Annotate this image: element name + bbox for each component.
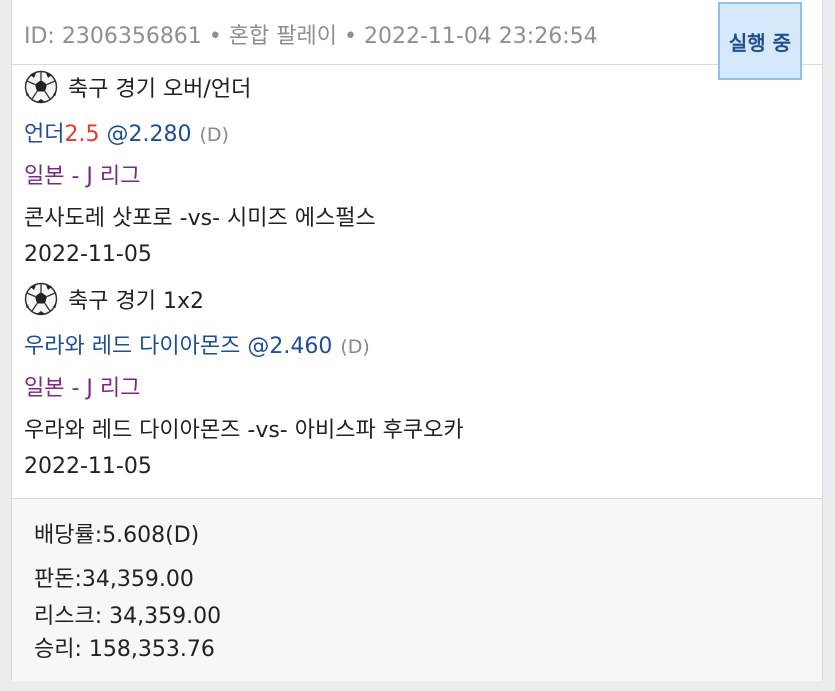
risk-amount: 리스크: 34,359.00 xyxy=(34,604,222,629)
sport-market: 축구 경기 오버/언더 xyxy=(68,77,252,102)
total-odds: 배당률:5.608(D) xyxy=(34,523,200,548)
match-name: 우라와 레드 다이아몬즈 -vs- 아비스파 후쿠오카 xyxy=(24,418,464,443)
odds-type: (D) xyxy=(340,336,370,358)
win-amount: 승리: 158,353.76 xyxy=(34,637,215,662)
soccer-ball-icon xyxy=(24,70,58,104)
bet-slip-card: ID: 2306356861 • 혼합 팔레이 • 2022-11-04 23:… xyxy=(11,0,823,681)
match-name: 콘사도레 삿포로 -vs- 시미즈 에스펄스 xyxy=(24,206,376,231)
league-name: 일본 - J 리그 xyxy=(24,164,141,189)
soccer-ball-icon xyxy=(24,282,58,316)
bet-pick: 언더2.5 @2.280 (D) xyxy=(24,116,229,148)
league-name: 일본 - J 리그 xyxy=(24,376,141,401)
bet-type: 혼합 팔레이 xyxy=(228,24,337,49)
bet-id: ID: 2306356861 xyxy=(24,24,202,49)
odds-type: (D) xyxy=(199,124,229,146)
match-date: 2022-11-05 xyxy=(24,454,152,479)
status-badge[interactable]: 실행 중 xyxy=(718,2,802,80)
sport-row: 축구 경기 1x2 xyxy=(24,282,204,316)
match-date: 2022-11-05 xyxy=(24,242,152,267)
pick-odds: @2.460 xyxy=(240,334,333,359)
pick-label: 우라와 레드 다이아몬즈 xyxy=(24,334,241,359)
sport-row: 축구 경기 오버/언더 xyxy=(24,70,251,104)
pick-line: 2.5 xyxy=(64,122,100,147)
bet-header-info: ID: 2306356861 • 혼합 팔레이 • 2022-11-04 23:… xyxy=(24,24,598,49)
pick-odds: @2.280 xyxy=(99,122,192,147)
sport-market: 축구 경기 1x2 xyxy=(68,289,204,314)
bet-pick: 우라와 레드 다이아몬즈 @2.460 (D) xyxy=(24,328,370,360)
pick-label: 언더 xyxy=(24,122,65,147)
bet-summary: 배당률:5.608(D) 판돈:34,359.00 리스크: 34,359.00… xyxy=(12,498,822,681)
bet-header: ID: 2306356861 • 혼합 팔레이 • 2022-11-04 23:… xyxy=(12,0,822,65)
bet-datetime: 2022-11-04 23:26:54 xyxy=(363,24,598,49)
stake-amount: 판돈:34,359.00 xyxy=(34,567,194,592)
